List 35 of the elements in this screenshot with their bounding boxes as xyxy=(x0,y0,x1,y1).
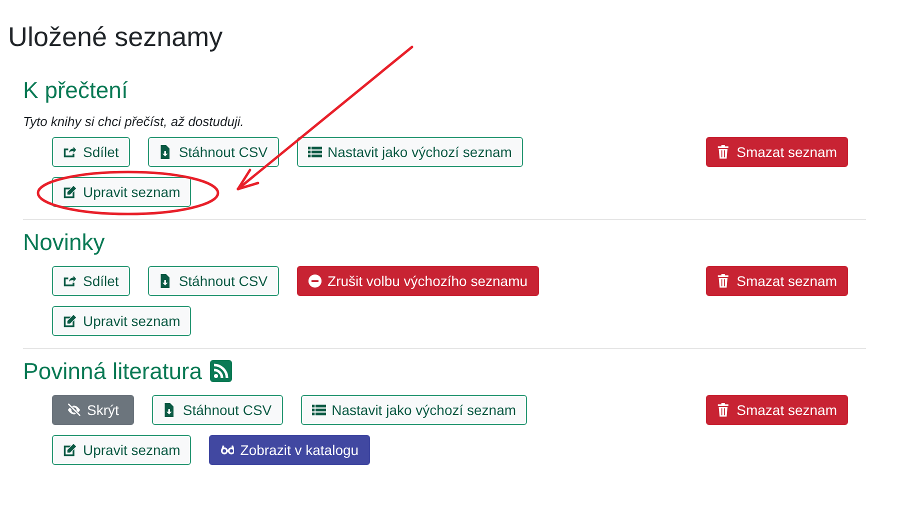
trash-icon xyxy=(716,274,731,288)
share-button[interactable]: Sdílet xyxy=(52,266,130,296)
edit-icon xyxy=(63,314,77,328)
edit-list-button[interactable]: Upravit seznam xyxy=(52,435,192,465)
rss-icon[interactable] xyxy=(210,360,232,382)
view-in-catalog-button[interactable]: Zobrazit v katalogu xyxy=(209,435,370,465)
edit-list-button[interactable]: Upravit seznam xyxy=(52,177,192,207)
glasses-icon xyxy=(220,443,234,457)
delete-list-button[interactable]: Smazat seznam xyxy=(706,137,848,167)
page-title: Uložené seznamy xyxy=(8,22,223,52)
eye-slash-icon xyxy=(67,403,81,417)
edit-icon xyxy=(63,185,77,199)
download-csv-button[interactable]: Stáhnout CSV xyxy=(148,137,279,167)
share-icon xyxy=(63,274,77,288)
unset-default-button[interactable]: Zrušit volbu výchozího seznamu xyxy=(296,266,539,296)
delete-list-button[interactable]: Smazat seznam xyxy=(706,266,848,296)
list-icon xyxy=(312,403,326,417)
download-csv-button[interactable]: Stáhnout CSV xyxy=(148,266,279,296)
trash-icon xyxy=(716,403,731,417)
list-icon xyxy=(308,145,322,159)
list-title: Novinky xyxy=(23,228,105,256)
hide-button[interactable]: Skrýt xyxy=(52,395,134,425)
set-default-button[interactable]: Nastavit jako výchozí seznam xyxy=(296,137,523,167)
edit-icon xyxy=(63,443,77,457)
list-description: Tyto knihy si chci přečíst, až dostuduji. xyxy=(23,114,245,129)
download-csv-button[interactable]: Stáhnout CSV xyxy=(152,395,283,425)
set-default-button[interactable]: Nastavit jako výchozí seznam xyxy=(300,395,528,425)
share-icon xyxy=(63,145,77,159)
list-title: K přečtení xyxy=(23,76,128,104)
edit-list-button[interactable]: Upravit seznam xyxy=(52,306,192,336)
share-button[interactable]: Sdílet xyxy=(52,137,130,167)
delete-list-button[interactable]: Smazat seznam xyxy=(706,395,848,425)
trash-icon xyxy=(716,145,731,159)
list-title: Povinná literatura xyxy=(23,358,202,384)
minus-circle-icon xyxy=(308,274,322,288)
